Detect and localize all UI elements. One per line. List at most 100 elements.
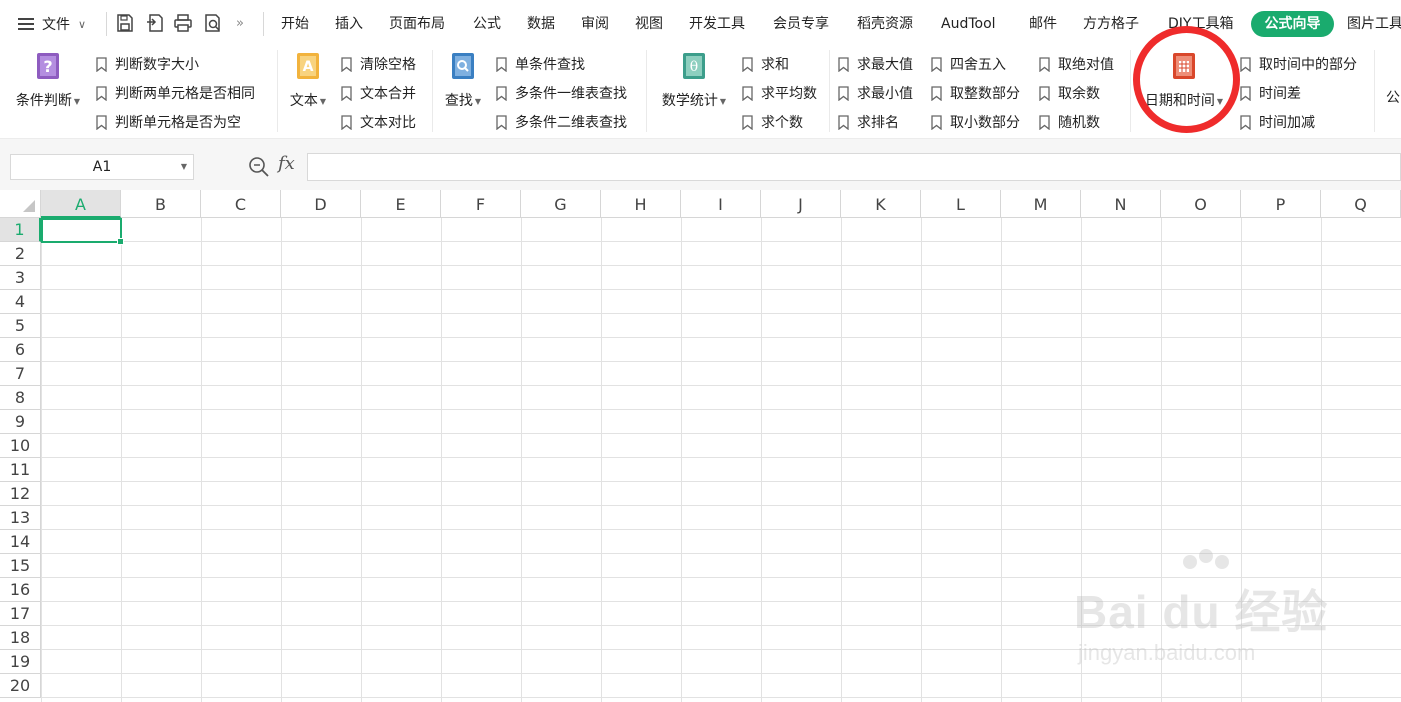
find-button[interactable]: 查找 ▼: [440, 52, 486, 130]
cond-item-is-empty[interactable]: 判断单元格是否为空: [96, 111, 241, 133]
find-item-multi-2d[interactable]: 多条件二维表查找: [496, 111, 627, 133]
save-icon[interactable]: [115, 13, 135, 33]
find-item-single[interactable]: 单条件查找: [496, 53, 585, 75]
text-button[interactable]: A 文本 ▼: [284, 52, 332, 130]
row-header-18[interactable]: 18: [0, 626, 41, 650]
math-item-integer-part[interactable]: 取整数部分: [931, 82, 1020, 104]
column-header-e[interactable]: E: [361, 190, 441, 218]
column-header-d[interactable]: D: [281, 190, 361, 218]
row-header-5[interactable]: 5: [0, 314, 41, 338]
more-tools-icon[interactable]: »: [236, 0, 244, 46]
tab-docer[interactable]: 稻壳资源: [857, 0, 913, 46]
cond-item-compare-cells[interactable]: 判断两单元格是否相同: [96, 82, 255, 104]
print-icon[interactable]: [173, 13, 193, 33]
row-header-13[interactable]: 13: [0, 506, 41, 530]
tab-audtool[interactable]: AudTool: [941, 0, 996, 46]
math-item-decimal-part[interactable]: 取小数部分: [931, 111, 1020, 133]
fx-insert-function-icon[interactable]: fx: [278, 153, 295, 174]
tab-member[interactable]: 会员专享: [773, 0, 829, 46]
math-item-random[interactable]: 随机数: [1039, 111, 1100, 133]
math-item-abs[interactable]: 取绝对值: [1039, 53, 1114, 75]
row-header-17[interactable]: 17: [0, 602, 41, 626]
tab-formulas[interactable]: 公式: [473, 0, 501, 46]
date-item-time-add[interactable]: 时间加减: [1240, 111, 1315, 133]
chevron-down-icon[interactable]: ▼: [181, 155, 187, 179]
ribbon-divider: [829, 50, 830, 132]
row-header-11[interactable]: 11: [0, 458, 41, 482]
row-header-2[interactable]: 2: [0, 242, 41, 266]
column-header-b[interactable]: B: [121, 190, 201, 218]
ribbon-overflow-item[interactable]: 公: [1386, 86, 1400, 108]
tab-view[interactable]: 视图: [635, 0, 663, 46]
column-header-f[interactable]: F: [441, 190, 521, 218]
condition-button[interactable]: ? 条件判断 ▼: [12, 52, 84, 130]
column-header-h[interactable]: H: [601, 190, 681, 218]
column-header-j[interactable]: J: [761, 190, 841, 218]
math-item-min[interactable]: 求最小值: [838, 82, 913, 104]
fill-handle[interactable]: [117, 238, 124, 245]
column-header-q[interactable]: Q: [1321, 190, 1401, 218]
column-header-p[interactable]: P: [1241, 190, 1321, 218]
tab-review[interactable]: 审阅: [581, 0, 609, 46]
math-item-rank[interactable]: 求排名: [838, 111, 899, 133]
math-item-sum[interactable]: 求和: [742, 53, 789, 75]
row-header-10[interactable]: 10: [0, 434, 41, 458]
row-header-4[interactable]: 4: [0, 290, 41, 314]
tab-mail[interactable]: 邮件: [1029, 0, 1057, 46]
tab-page-layout[interactable]: 页面布局: [389, 0, 445, 46]
tab-data[interactable]: 数据: [527, 0, 555, 46]
text-item-merge[interactable]: 文本合并: [341, 82, 416, 104]
text-item-trim[interactable]: 清除空格: [341, 53, 416, 75]
row-header-1[interactable]: 1: [0, 218, 41, 242]
tab-developer[interactable]: 开发工具: [689, 0, 745, 46]
math-item-count[interactable]: 求个数: [742, 111, 803, 133]
hamburger-icon: [18, 18, 34, 30]
tab-formula-wizard[interactable]: 公式向导: [1251, 11, 1334, 37]
math-item-max[interactable]: 求最大值: [838, 53, 913, 75]
file-menu-button[interactable]: 文件 ∨: [18, 14, 86, 34]
column-header-o[interactable]: O: [1161, 190, 1241, 218]
tab-picture-tools[interactable]: 图片工具: [1347, 0, 1401, 46]
column-header-m[interactable]: M: [1001, 190, 1081, 218]
column-header-l[interactable]: L: [921, 190, 1001, 218]
row-header-9[interactable]: 9: [0, 410, 41, 434]
export-pdf-icon[interactable]: [145, 13, 165, 33]
tab-home[interactable]: 开始: [281, 0, 309, 46]
theta-book-icon: θ: [682, 52, 706, 80]
column-header-k[interactable]: K: [841, 190, 921, 218]
tab-fangfang[interactable]: 方方格子: [1083, 0, 1139, 46]
math-item-average[interactable]: 求平均数: [742, 82, 817, 104]
select-all-corner[interactable]: [0, 190, 41, 218]
row-header-20[interactable]: 20: [0, 674, 41, 698]
row-header-14[interactable]: 14: [0, 530, 41, 554]
name-box[interactable]: A1 ▼: [10, 154, 194, 180]
zoom-search-icon[interactable]: [248, 156, 270, 178]
column-header-g[interactable]: G: [521, 190, 601, 218]
print-preview-icon[interactable]: [203, 13, 223, 33]
formula-input[interactable]: [307, 153, 1401, 181]
row-header-6[interactable]: 6: [0, 338, 41, 362]
tab-insert[interactable]: 插入: [335, 0, 363, 46]
math-stats-button[interactable]: θ 数学统计 ▼: [656, 52, 732, 130]
row-header-19[interactable]: 19: [0, 650, 41, 674]
row-header-15[interactable]: 15: [0, 554, 41, 578]
row-header-12[interactable]: 12: [0, 482, 41, 506]
cond-item-compare-number[interactable]: 判断数字大小: [96, 53, 199, 75]
math-item-mod[interactable]: 取余数: [1039, 82, 1100, 104]
column-header-c[interactable]: C: [201, 190, 281, 218]
date-item-time-diff[interactable]: 时间差: [1240, 82, 1301, 104]
text-item-compare[interactable]: 文本对比: [341, 111, 416, 133]
column-header-i[interactable]: I: [681, 190, 761, 218]
row-header-16[interactable]: 16: [0, 578, 41, 602]
find-item-multi-1d[interactable]: 多条件一维表查找: [496, 82, 627, 104]
row-header-7[interactable]: 7: [0, 362, 41, 386]
math-item-round[interactable]: 四舍五入: [931, 53, 1006, 75]
row-header-8[interactable]: 8: [0, 386, 41, 410]
column-header-n[interactable]: N: [1081, 190, 1161, 218]
watermark-main: Bai du 经验: [1074, 586, 1329, 638]
column-header-a[interactable]: A: [41, 190, 121, 218]
row-header-3[interactable]: 3: [0, 266, 41, 290]
date-item-extract-part[interactable]: 取时间中的部分: [1240, 53, 1357, 75]
active-cell-a1[interactable]: [41, 218, 124, 245]
chevron-down-icon: ∨: [78, 17, 87, 31]
